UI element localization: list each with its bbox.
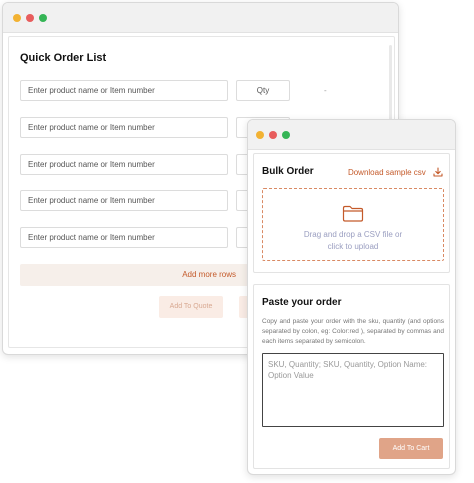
paste-order-title: Paste your order bbox=[262, 297, 342, 308]
maximize-dot-icon[interactable] bbox=[282, 131, 290, 139]
download-sample-csv-link[interactable]: Download sample csv bbox=[348, 167, 443, 177]
bulk-order-card: Bulk Order Download sample csv Drag and … bbox=[253, 153, 450, 273]
minimize-dot-icon[interactable] bbox=[256, 131, 264, 139]
window-titlebar bbox=[3, 3, 398, 33]
dropzone-line1: Drag and drop a CSV file or bbox=[303, 230, 403, 239]
product-search-input[interactable]: Enter product name or Item number bbox=[20, 154, 228, 175]
add-to-quote-button[interactable]: Add To Quote bbox=[159, 296, 223, 318]
minimize-dot-icon[interactable] bbox=[13, 14, 21, 22]
product-search-input[interactable]: Enter product name or Item number bbox=[20, 117, 228, 138]
download-label: Download sample csv bbox=[347, 168, 426, 177]
product-search-input[interactable]: Enter product name or Item number bbox=[20, 80, 228, 101]
quick-order-title: Quick Order List bbox=[20, 52, 107, 64]
maximize-dot-icon[interactable] bbox=[39, 14, 47, 22]
paste-order-description: Copy and paste your order with the sku, … bbox=[262, 318, 444, 345]
window-titlebar bbox=[248, 120, 455, 150]
bulk-order-title: Bulk Order bbox=[262, 166, 314, 177]
bulk-order-window: Bulk Order Download sample csv Drag and … bbox=[247, 119, 456, 475]
folder-icon bbox=[342, 205, 364, 222]
row-total-placeholder: - bbox=[324, 86, 327, 95]
quantity-input[interactable]: Qty bbox=[236, 80, 290, 101]
close-dot-icon[interactable] bbox=[26, 14, 34, 22]
close-dot-icon[interactable] bbox=[269, 131, 277, 139]
download-icon bbox=[433, 167, 443, 177]
paste-order-card: Paste your order Copy and paste your ord… bbox=[253, 284, 450, 469]
paste-order-textarea[interactable]: SKU, Quantity; SKU, Quantity, Option Nam… bbox=[262, 353, 444, 427]
product-search-input[interactable]: Enter product name or Item number bbox=[20, 190, 228, 211]
dropzone-line2: click to upload bbox=[327, 242, 379, 251]
dropzone-text: Drag and drop a CSV file or click to upl… bbox=[263, 229, 443, 253]
add-to-cart-button[interactable]: Add To Cart bbox=[379, 438, 443, 459]
product-search-input[interactable]: Enter product name or Item number bbox=[20, 227, 228, 248]
csv-dropzone[interactable]: Drag and drop a CSV file or click to upl… bbox=[262, 188, 444, 261]
